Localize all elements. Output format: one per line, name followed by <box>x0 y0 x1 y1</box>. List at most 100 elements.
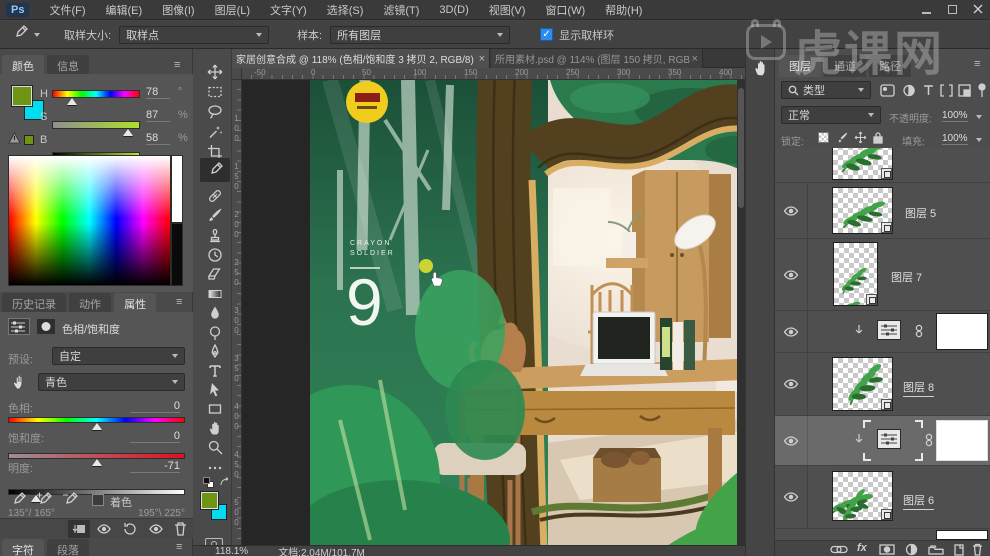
menu-item-help[interactable]: 帮助(H) <box>595 2 652 18</box>
healing-brush-tool[interactable] <box>204 186 226 205</box>
gamut-swatch[interactable] <box>24 135 34 145</box>
canvas-pasteboard[interactable]: CRAYON SOLDIER 9 <box>242 80 745 545</box>
visibility-eye-icon[interactable] <box>783 326 801 338</box>
brush-settings-panel-icon[interactable] <box>752 59 770 77</box>
layer-row[interactable]: 图层 5 <box>775 183 990 238</box>
menu-item-image[interactable]: 图像(I) <box>152 2 204 18</box>
swap-colors-icon[interactable] <box>219 477 231 489</box>
eyedropper-add-icon[interactable] <box>36 492 52 508</box>
menu-item-filter[interactable]: 滤镜(T) <box>373 2 429 18</box>
canvas-image[interactable]: CRAYON SOLDIER 9 <box>260 80 745 545</box>
color-panel-menu-icon[interactable]: ≡ <box>174 59 180 71</box>
channel-dropdown[interactable]: 青色 <box>38 373 185 391</box>
default-colors-icon[interactable] <box>203 477 215 489</box>
document-tab-close-icon-2[interactable]: × <box>692 53 698 65</box>
layer-row[interactable]: 图层 7 <box>775 239 990 310</box>
sample-size-dropdown[interactable]: 取样点 <box>119 25 270 44</box>
reset-icon[interactable] <box>122 522 136 536</box>
filter-pixel-icon[interactable] <box>880 84 895 97</box>
gamut-warning-icon[interactable] <box>8 132 21 144</box>
properties-menu-icon[interactable]: ≡ <box>176 296 182 308</box>
lock-pixels-icon[interactable] <box>836 131 849 144</box>
tab-channels[interactable]: 通道 <box>824 55 867 77</box>
layers-panel-menu-icon[interactable]: ≡ <box>974 58 980 70</box>
layer-name[interactable]: 图层 7 <box>891 269 922 285</box>
delete-adjustment-icon[interactable] <box>174 522 187 536</box>
canvas-scrollbar[interactable] <box>737 80 745 545</box>
foreground-color-swatch[interactable] <box>11 85 33 107</box>
tab-paragraph[interactable]: 段落 <box>47 539 90 556</box>
blend-mode-dropdown[interactable]: 正常 <box>781 106 881 124</box>
document-tab-active[interactable]: 家居创意合成 @ 118% (色相/饱和度 3 拷贝 2, RGB/8) * × <box>232 49 490 68</box>
visibility-eye-icon[interactable] <box>783 205 801 217</box>
eyedropper-sample-icon[interactable] <box>10 492 26 508</box>
layer-row[interactable]: 图层 8 <box>775 353 990 415</box>
rectangle-tool[interactable] <box>204 399 226 418</box>
adjustment-layer-row-selected[interactable] <box>775 416 990 465</box>
hue-value-field[interactable]: 78 <box>146 86 170 99</box>
light-value[interactable]: -71 <box>130 460 180 473</box>
sat-value[interactable]: 0 <box>130 430 180 443</box>
link-layers-icon[interactable] <box>830 545 848 554</box>
menu-item-select[interactable]: 选择(S) <box>317 2 374 18</box>
menu-item-view[interactable]: 视图(V) <box>479 2 536 18</box>
layer-filter-dropdown[interactable]: 类型 <box>781 81 871 99</box>
layer-mask-thumbnail[interactable] <box>936 530 988 540</box>
visibility-icon[interactable] <box>148 523 164 535</box>
menu-item-type[interactable]: 文字(Y) <box>260 2 317 18</box>
sat-value-field[interactable]: 87 <box>146 109 170 122</box>
brush-tool[interactable] <box>204 205 226 224</box>
menu-item-window[interactable]: 窗口(W) <box>535 2 595 18</box>
edit-toolbar-ellipsis[interactable] <box>204 458 226 477</box>
clip-mask-icon[interactable] <box>36 318 56 335</box>
layer-name[interactable]: 图层 5 <box>905 205 936 221</box>
visibility-eye-icon[interactable] <box>783 269 801 281</box>
menu-item-layer[interactable]: 图层(L) <box>205 2 260 18</box>
lock-all-icon[interactable] <box>872 131 884 144</box>
hue-value[interactable]: 0 <box>130 400 180 413</box>
layer-thumbnail[interactable] <box>832 187 893 234</box>
lasso-tool[interactable] <box>204 102 226 121</box>
layer-name[interactable]: 图层 6 <box>903 492 935 510</box>
new-layer-icon[interactable] <box>953 543 965 556</box>
preset-dropdown[interactable]: 自定 <box>52 347 185 365</box>
filter-adjustment-icon[interactable] <box>902 84 916 97</box>
mask-link-icon[interactable] <box>923 433 935 447</box>
layer-thumbnail[interactable] <box>833 242 878 306</box>
layer-row[interactable]: 图层 6 <box>775 466 990 528</box>
blur-tool[interactable] <box>204 303 226 322</box>
layer-name[interactable]: 图层 8 <box>903 379 935 397</box>
clone-stamp-tool[interactable] <box>204 225 226 244</box>
window-close-button[interactable] <box>970 3 986 16</box>
zoom-level[interactable]: 118.1% <box>215 546 248 556</box>
character-panel-menu-icon[interactable]: ≡ <box>176 541 182 553</box>
eyedropper-tool[interactable] <box>200 158 230 182</box>
sample-dropdown[interactable]: 所有图层 <box>330 25 511 44</box>
layer-thumbnail[interactable] <box>832 148 893 180</box>
zoom-tool[interactable] <box>204 437 226 456</box>
gradient-tool[interactable] <box>204 284 226 303</box>
colorize-checkbox[interactable] <box>92 494 104 506</box>
visibility-eye-icon[interactable] <box>783 378 801 390</box>
path-selection-tool[interactable] <box>204 380 226 399</box>
fill-caret-icon[interactable] <box>976 138 982 142</box>
spectrum-ramp-black[interactable] <box>171 223 183 286</box>
color-spectrum[interactable] <box>8 155 171 286</box>
quick-selection-tool[interactable] <box>204 122 226 141</box>
new-adjustment-icon[interactable] <box>905 543 918 556</box>
hand-tool[interactable] <box>204 418 226 437</box>
filter-smart-object-icon[interactable] <box>958 84 971 97</box>
eyedropper-subtract-icon[interactable] <box>62 492 78 508</box>
menu-item-3d[interactable]: 3D(D) <box>429 4 478 16</box>
filter-shape-icon[interactable] <box>940 84 953 97</box>
dodge-tool[interactable] <box>204 323 226 342</box>
move-tool[interactable] <box>204 62 226 81</box>
prop-hue-slider[interactable] <box>8 417 185 430</box>
pen-tool[interactable] <box>204 342 226 361</box>
tab-layers[interactable]: 图层 <box>779 55 821 77</box>
layer-style-icon[interactable]: fx <box>857 542 867 554</box>
clip-to-layer-button[interactable] <box>68 520 90 538</box>
spectrum-ramp-white[interactable] <box>171 155 183 223</box>
delete-layer-icon[interactable] <box>972 543 983 556</box>
hue-saturation-adjustment-icon[interactable] <box>877 429 901 449</box>
